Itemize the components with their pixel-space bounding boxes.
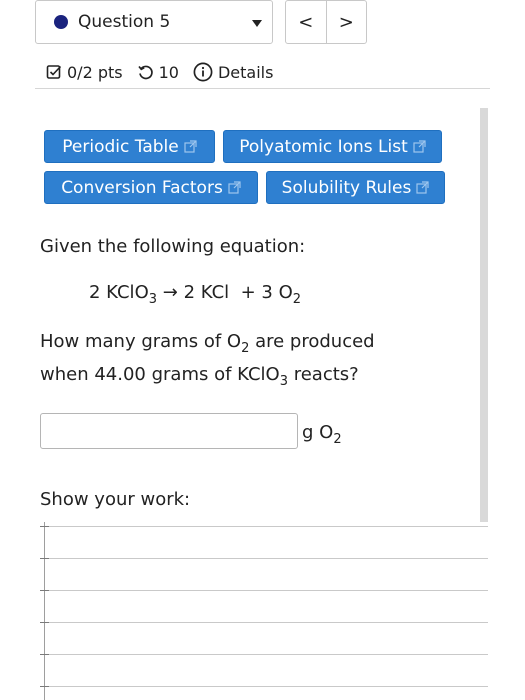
status-dot: [54, 15, 68, 29]
work-tick: [40, 526, 49, 527]
question-line-2: when 44.00 grams of KClO3 reacts?: [40, 364, 359, 389]
chevron-right-icon: >: [338, 11, 354, 33]
scrollbar[interactable]: [480, 108, 488, 522]
work-margin-line: [44, 522, 45, 700]
external-link-icon: [416, 181, 429, 194]
divider: [35, 88, 490, 89]
answer-unit: g O2: [302, 422, 342, 447]
question-label: Question 5: [78, 12, 171, 32]
work-area[interactable]: [40, 522, 488, 700]
info-icon[interactable]: [193, 62, 213, 82]
external-link-icon: [184, 140, 197, 153]
work-tick: [40, 686, 49, 687]
caret-down-icon: [252, 20, 262, 27]
polyatomic-ions-button[interactable]: Polyatomic Ions List: [223, 130, 442, 163]
question-meta: 0/2 pts 10 Details: [46, 60, 273, 84]
retry-icon: [137, 64, 154, 81]
external-link-icon: [413, 140, 426, 153]
work-tick: [40, 654, 49, 655]
details-link[interactable]: Details: [218, 63, 273, 82]
next-question-button[interactable]: >: [325, 1, 367, 43]
question-nav: < >: [285, 0, 367, 44]
checkbox-icon: [46, 64, 62, 80]
work-line: [40, 590, 488, 591]
question-intro: Given the following equation:: [40, 236, 306, 257]
periodic-table-button[interactable]: Periodic Table: [44, 130, 215, 163]
work-line: [40, 558, 488, 559]
work-line: [40, 654, 488, 655]
question-dropdown[interactable]: Question 5: [35, 0, 273, 44]
conversion-factors-button[interactable]: Conversion Factors: [44, 171, 258, 204]
work-line: [40, 526, 488, 527]
chemical-equation: 2 KClO3 → 2 KCl + 3 O2: [89, 282, 302, 307]
solubility-rules-button[interactable]: Solubility Rules: [266, 171, 445, 204]
answer-input[interactable]: [40, 413, 298, 449]
question-page: Question 5 < > 0/2 pts 10 Details Period…: [0, 0, 525, 700]
work-label: Show your work:: [40, 489, 191, 510]
external-link-icon: [228, 181, 241, 194]
arrow-icon: →: [162, 282, 178, 303]
work-tick: [40, 558, 49, 559]
work-line: [40, 622, 488, 623]
work-tick: [40, 590, 49, 591]
attempts-text: 10: [158, 62, 179, 82]
work-tick: [40, 622, 49, 623]
question-line-1: How many grams of O2 are produced: [40, 331, 375, 356]
prev-question-button[interactable]: <: [286, 1, 326, 43]
work-line: [40, 686, 488, 687]
score-text: 0/2 pts: [67, 62, 123, 82]
chevron-left-icon: <: [298, 11, 314, 33]
